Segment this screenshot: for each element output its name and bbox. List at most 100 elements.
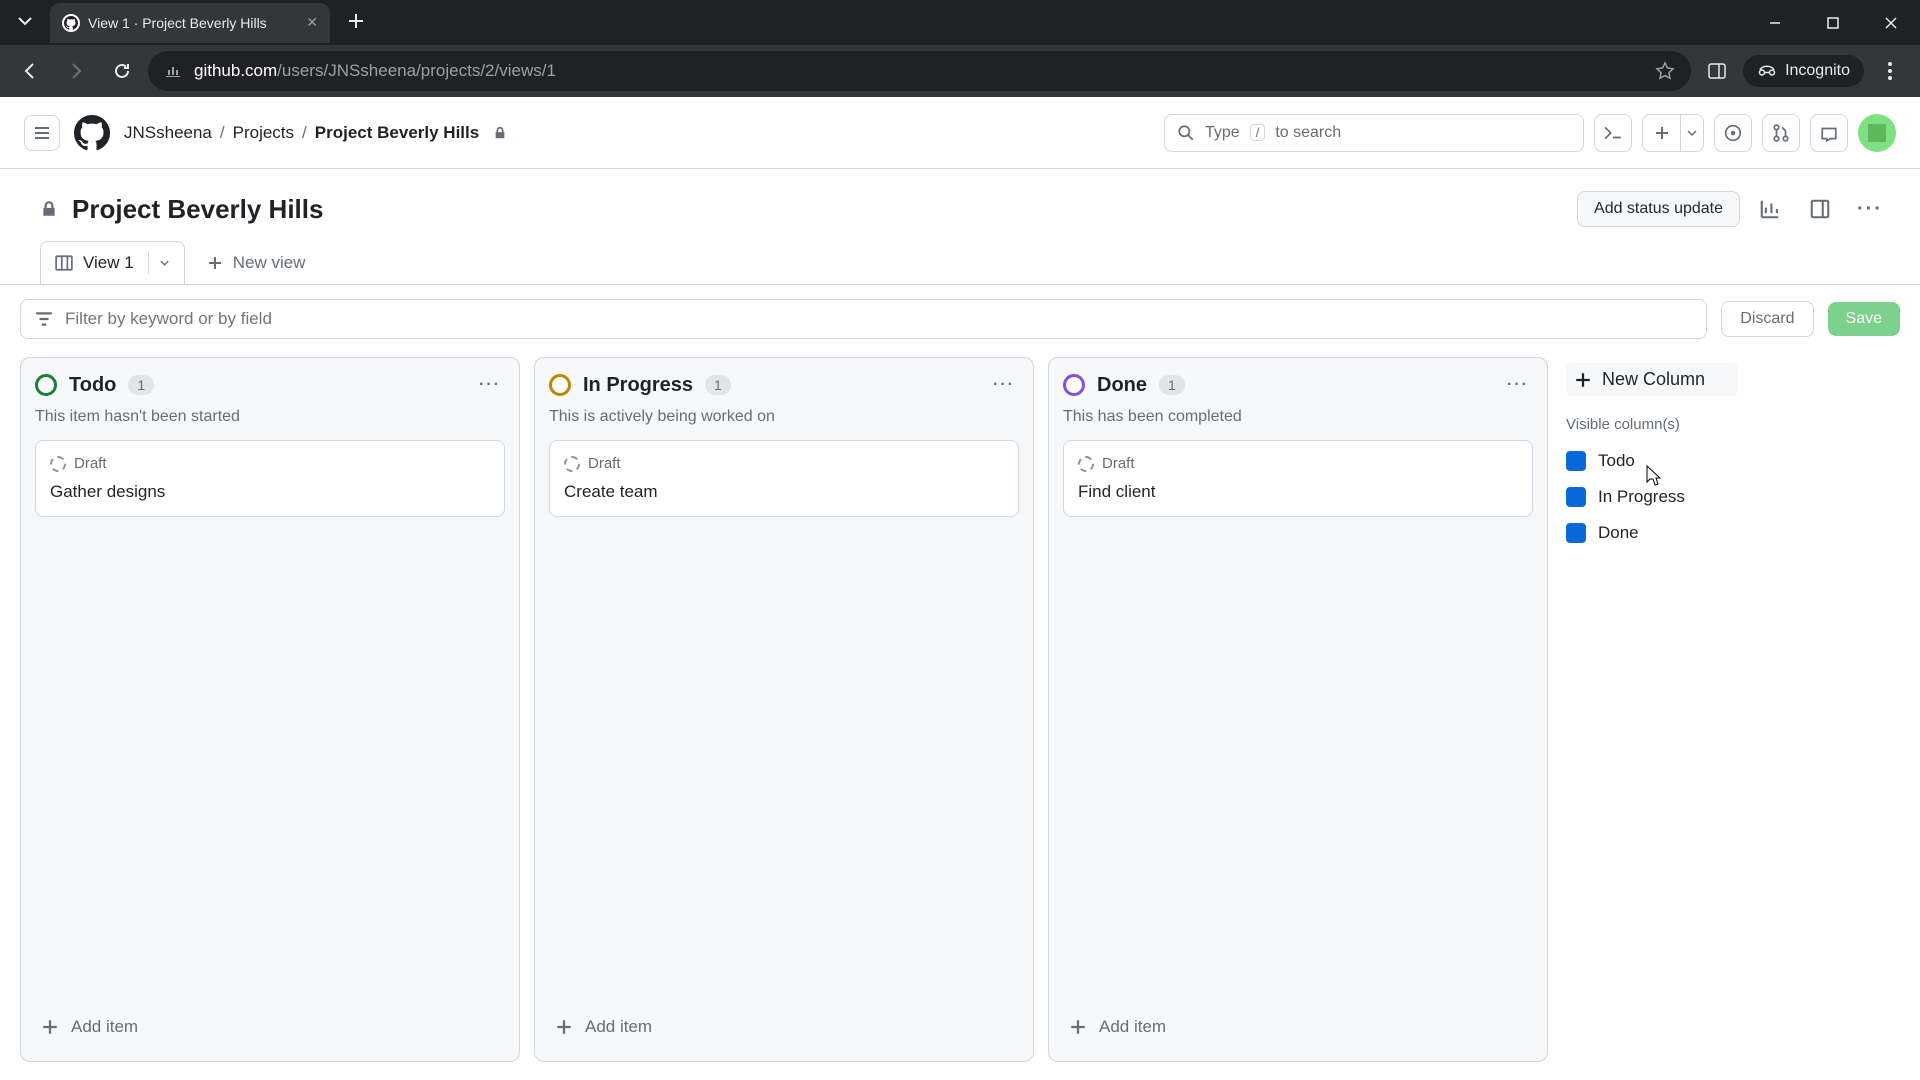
window-maximize-button[interactable] [1804,0,1862,45]
add-item-label: Add item [585,1017,652,1037]
column-description: This is actively being worked on [549,408,1019,426]
breadcrumb-projects[interactable]: Projects [233,123,294,143]
add-item-button[interactable]: Add item [549,1007,1019,1047]
column-name[interactable]: Todo [69,374,116,397]
side-panel-button[interactable] [1697,51,1737,91]
breadcrumb-owner[interactable]: JNSsheena [124,123,212,143]
create-new-dropdown[interactable] [1680,114,1704,152]
add-item-button[interactable]: Add item [1063,1007,1533,1047]
incognito-label: Incognito [1785,62,1850,80]
project-menu-button[interactable]: ··· [1850,189,1890,229]
github-header: JNSsheena / Projects / Project Beverly H… [0,97,1920,169]
breadcrumb-separator: / [302,123,307,143]
board-card[interactable]: Draft Find client [1063,440,1533,517]
filter-input[interactable] [65,309,1692,329]
draft-status-icon [564,456,580,472]
bookmark-star-icon[interactable] [1655,61,1675,81]
visible-column-toggle[interactable]: In Progress [1566,479,1738,515]
visible-column-name: In Progress [1598,487,1685,507]
nav-back-button[interactable] [10,51,50,91]
visible-column-toggle[interactable]: Done [1566,515,1738,551]
search-kbd-hint: / [1250,124,1266,141]
visible-column-toggle[interactable]: Todo [1566,443,1738,479]
search-input[interactable]: Type / to search [1164,114,1584,152]
visible-columns-label: Visible column(s) [1566,416,1738,433]
search-placeholder-pre: Type [1205,124,1240,142]
lock-icon [40,200,58,218]
browser-menu-button[interactable] [1870,51,1910,91]
column-description: This item hasn't been started [35,408,505,426]
window-minimize-button[interactable] [1746,0,1804,45]
card-title: Gather designs [50,482,490,502]
plus-icon [555,1018,573,1036]
avatar[interactable] [1858,114,1896,152]
draft-label: Draft [74,455,107,472]
site-info-icon[interactable] [164,62,182,80]
column-menu-button[interactable]: ··· [989,372,1019,398]
add-status-update-button[interactable]: Add status update [1577,191,1740,227]
board-card[interactable]: Draft Create team [549,440,1019,517]
window-close-button[interactable] [1862,0,1920,45]
column-name[interactable]: Done [1097,374,1147,397]
draft-label: Draft [588,455,621,472]
view-tab-dropdown[interactable] [148,252,170,274]
filter-row: Discard Save [0,285,1920,353]
view-tab-current[interactable]: View 1 [40,241,185,284]
card-title: Create team [564,482,1004,502]
close-tab-icon[interactable]: ✕ [306,14,318,31]
board-layout-icon [55,254,73,272]
column-menu-button[interactable]: ··· [475,372,505,398]
board-column: In Progress 1 ··· This is actively being… [534,357,1034,1062]
status-circle-icon [35,374,57,396]
nav-forward-button[interactable] [56,51,96,91]
new-tab-button[interactable] [340,5,372,37]
save-button[interactable]: Save [1828,302,1900,336]
new-column-button[interactable]: New Column [1566,363,1738,396]
github-logo[interactable] [74,115,110,151]
new-column-label: New Column [1602,369,1705,390]
address-bar[interactable]: github.com/users/JNSsheena/projects/2/vi… [148,51,1691,91]
pull-requests-button[interactable] [1762,114,1800,152]
add-item-button[interactable]: Add item [35,1007,505,1047]
column-count-badge: 1 [1159,375,1185,395]
checkbox-checked-icon [1566,451,1586,471]
project-details-button[interactable] [1800,189,1840,229]
incognito-indicator[interactable]: Incognito [1743,55,1864,87]
breadcrumb-current[interactable]: Project Beverly Hills [315,123,479,143]
breadcrumb-separator: / [220,123,225,143]
checkbox-checked-icon [1566,523,1586,543]
issues-button[interactable] [1714,114,1752,152]
plus-icon [1069,1018,1087,1036]
filter-icon [35,310,53,328]
add-item-label: Add item [1099,1017,1166,1037]
board-card[interactable]: Draft Gather designs [35,440,505,517]
draft-status-icon [1078,456,1094,472]
tab-favicon [62,14,80,32]
breadcrumb: JNSsheena / Projects / Project Beverly H… [124,123,507,143]
insights-button[interactable] [1750,189,1790,229]
column-menu-button[interactable]: ··· [1503,372,1533,398]
search-placeholder-post: to search [1275,124,1341,142]
board-column: Todo 1 ··· This item hasn't been started… [20,357,520,1062]
card-title: Find client [1078,482,1518,502]
new-view-label: New view [233,253,306,273]
checkbox-checked-icon [1566,487,1586,507]
url-text: github.com/users/JNSsheena/projects/2/vi… [194,61,1643,81]
board: Todo 1 ··· This item hasn't been started… [0,353,1920,1066]
nav-menu-button[interactable] [24,115,60,151]
browser-tab[interactable]: View 1 · Project Beverly Hills ✕ [50,3,330,43]
incognito-icon [1757,61,1777,81]
filter-input-wrapper[interactable] [20,299,1707,339]
column-settings-panel: New Column Visible column(s) Todo In Pro… [1562,357,1742,1062]
notifications-button[interactable] [1810,114,1848,152]
nav-reload-button[interactable] [102,51,142,91]
new-view-button[interactable]: New view [191,243,322,283]
tab-search-button[interactable] [8,4,42,38]
project-title-row: Project Beverly Hills Add status update … [0,169,1920,241]
create-new-button[interactable] [1642,114,1680,152]
command-palette-button[interactable] [1594,114,1632,152]
discard-button[interactable]: Discard [1721,301,1813,337]
column-name[interactable]: In Progress [583,374,693,397]
browser-tab-strip: View 1 · Project Beverly Hills ✕ [0,0,1920,45]
draft-status-icon [50,456,66,472]
